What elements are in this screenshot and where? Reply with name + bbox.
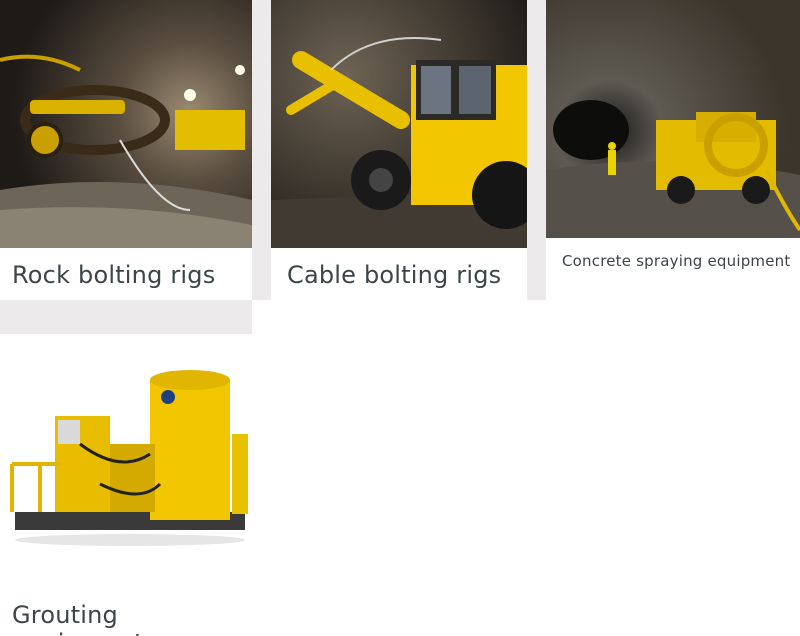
grid-gutter	[252, 0, 271, 300]
card-title: Cable bolting rigs	[287, 261, 502, 289]
rock-bolting-rig-photo	[0, 0, 252, 248]
cable-bolting-rig-photo	[271, 0, 527, 248]
card-title: Grouting equipment	[12, 601, 143, 636]
card-title: Concrete spraying equipment	[562, 252, 791, 270]
card-grouting-equipment[interactable]: Grouting equipment	[0, 334, 252, 636]
grouting-equipment-photo	[0, 334, 252, 550]
grid-gutter	[527, 0, 546, 300]
card-concrete-spraying-equipment[interactable]: Concrete spraying equipment	[546, 0, 800, 300]
concrete-spraying-equipment-photo	[546, 0, 800, 238]
card-rock-bolting-rigs[interactable]: Rock bolting rigs	[0, 0, 252, 300]
card-title: Rock bolting rigs	[12, 261, 216, 289]
card-cable-bolting-rigs[interactable]: Cable bolting rigs	[271, 0, 527, 300]
grid-gutter	[0, 300, 252, 334]
